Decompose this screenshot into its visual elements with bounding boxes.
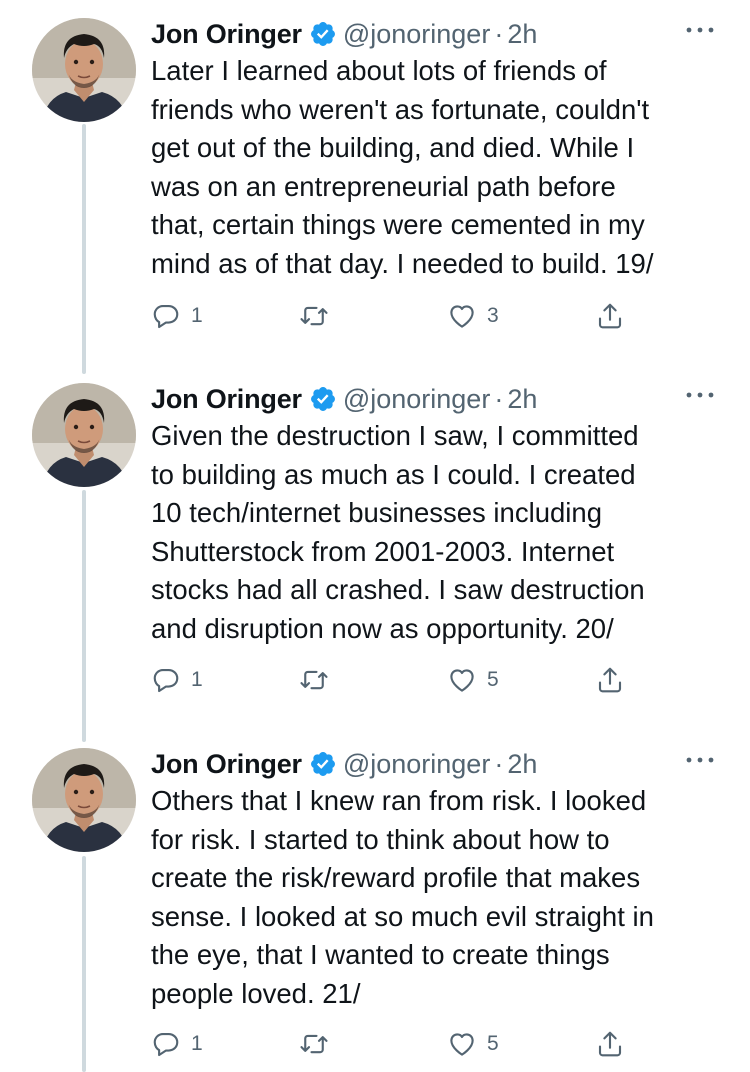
share-button[interactable] <box>595 296 625 336</box>
like-button[interactable]: 3 <box>447 296 499 336</box>
like-count: 3 <box>487 304 499 327</box>
like-count: 5 <box>487 668 499 691</box>
action-bar: 1 5 <box>151 660 651 700</box>
timestamp[interactable]: 2h <box>507 19 537 50</box>
avatar[interactable] <box>32 18 136 122</box>
reply-icon <box>151 301 181 331</box>
tweet-header: Jon Oringer @jonoringer · 2h <box>151 746 537 782</box>
timestamp[interactable]: 2h <box>507 749 537 780</box>
reply-button[interactable]: 1 <box>151 296 203 336</box>
share-button[interactable] <box>595 1024 625 1064</box>
tweet-text: Others that I knew ran from risk. I look… <box>151 785 654 1009</box>
tweet-text: Given the destruction I saw, I committed… <box>151 420 645 644</box>
author-name[interactable]: Jon Oringer <box>151 384 302 415</box>
action-bar: 1 3 <box>151 296 651 336</box>
reply-count: 1 <box>191 1032 203 1055</box>
verified-badge-icon <box>309 385 337 413</box>
more-options-icon[interactable] <box>680 383 720 407</box>
share-icon <box>595 301 625 331</box>
separator-dot: · <box>494 383 504 414</box>
reply-button[interactable]: 1 <box>151 1024 203 1064</box>
author-handle[interactable]: @jonoringer <box>343 749 491 780</box>
avatar[interactable] <box>32 748 136 852</box>
like-button[interactable]: 5 <box>447 1024 499 1064</box>
share-icon <box>595 1029 625 1059</box>
tweet-text: Later I learned about lots of friends of… <box>151 55 654 279</box>
profile-photo-icon <box>32 383 136 487</box>
avatar[interactable] <box>32 383 136 487</box>
tweet[interactable]: Jon Oringer @jonoringer · 2h Given the d… <box>0 381 750 711</box>
reply-count: 1 <box>191 304 203 327</box>
author-name[interactable]: Jon Oringer <box>151 19 302 50</box>
like-icon <box>447 1029 477 1059</box>
like-count: 5 <box>487 1032 499 1055</box>
reply-icon <box>151 1029 181 1059</box>
retweet-button[interactable] <box>299 296 339 336</box>
profile-photo-icon <box>32 748 136 852</box>
like-icon <box>447 301 477 331</box>
reply-count: 1 <box>191 668 203 691</box>
separator-dot: · <box>494 748 504 779</box>
reply-icon <box>151 665 181 695</box>
action-bar: 1 5 <box>151 1024 651 1064</box>
retweet-button[interactable] <box>299 1024 339 1064</box>
more-options-icon[interactable] <box>680 18 720 42</box>
verified-badge-icon <box>309 20 337 48</box>
retweet-icon <box>299 301 329 331</box>
more-options-icon[interactable] <box>680 748 720 772</box>
tweet[interactable]: Jon Oringer @jonoringer · 2h Later I lea… <box>0 16 750 346</box>
tweet-header: Jon Oringer @jonoringer · 2h <box>151 16 537 52</box>
tweet[interactable]: Jon Oringer @jonoringer · 2h Others that… <box>0 746 750 1072</box>
share-button[interactable] <box>595 660 625 700</box>
profile-photo-icon <box>32 18 136 122</box>
like-button[interactable]: 5 <box>447 660 499 700</box>
separator-dot: · <box>494 18 504 49</box>
author-name[interactable]: Jon Oringer <box>151 749 302 780</box>
retweet-button[interactable] <box>299 660 339 700</box>
retweet-icon <box>299 665 329 695</box>
tweet-header: Jon Oringer @jonoringer · 2h <box>151 381 537 417</box>
retweet-icon <box>299 1029 329 1059</box>
share-icon <box>595 665 625 695</box>
verified-badge-icon <box>309 750 337 778</box>
author-handle[interactable]: @jonoringer <box>343 384 491 415</box>
timestamp[interactable]: 2h <box>507 384 537 415</box>
reply-button[interactable]: 1 <box>151 660 203 700</box>
like-icon <box>447 665 477 695</box>
author-handle[interactable]: @jonoringer <box>343 19 491 50</box>
